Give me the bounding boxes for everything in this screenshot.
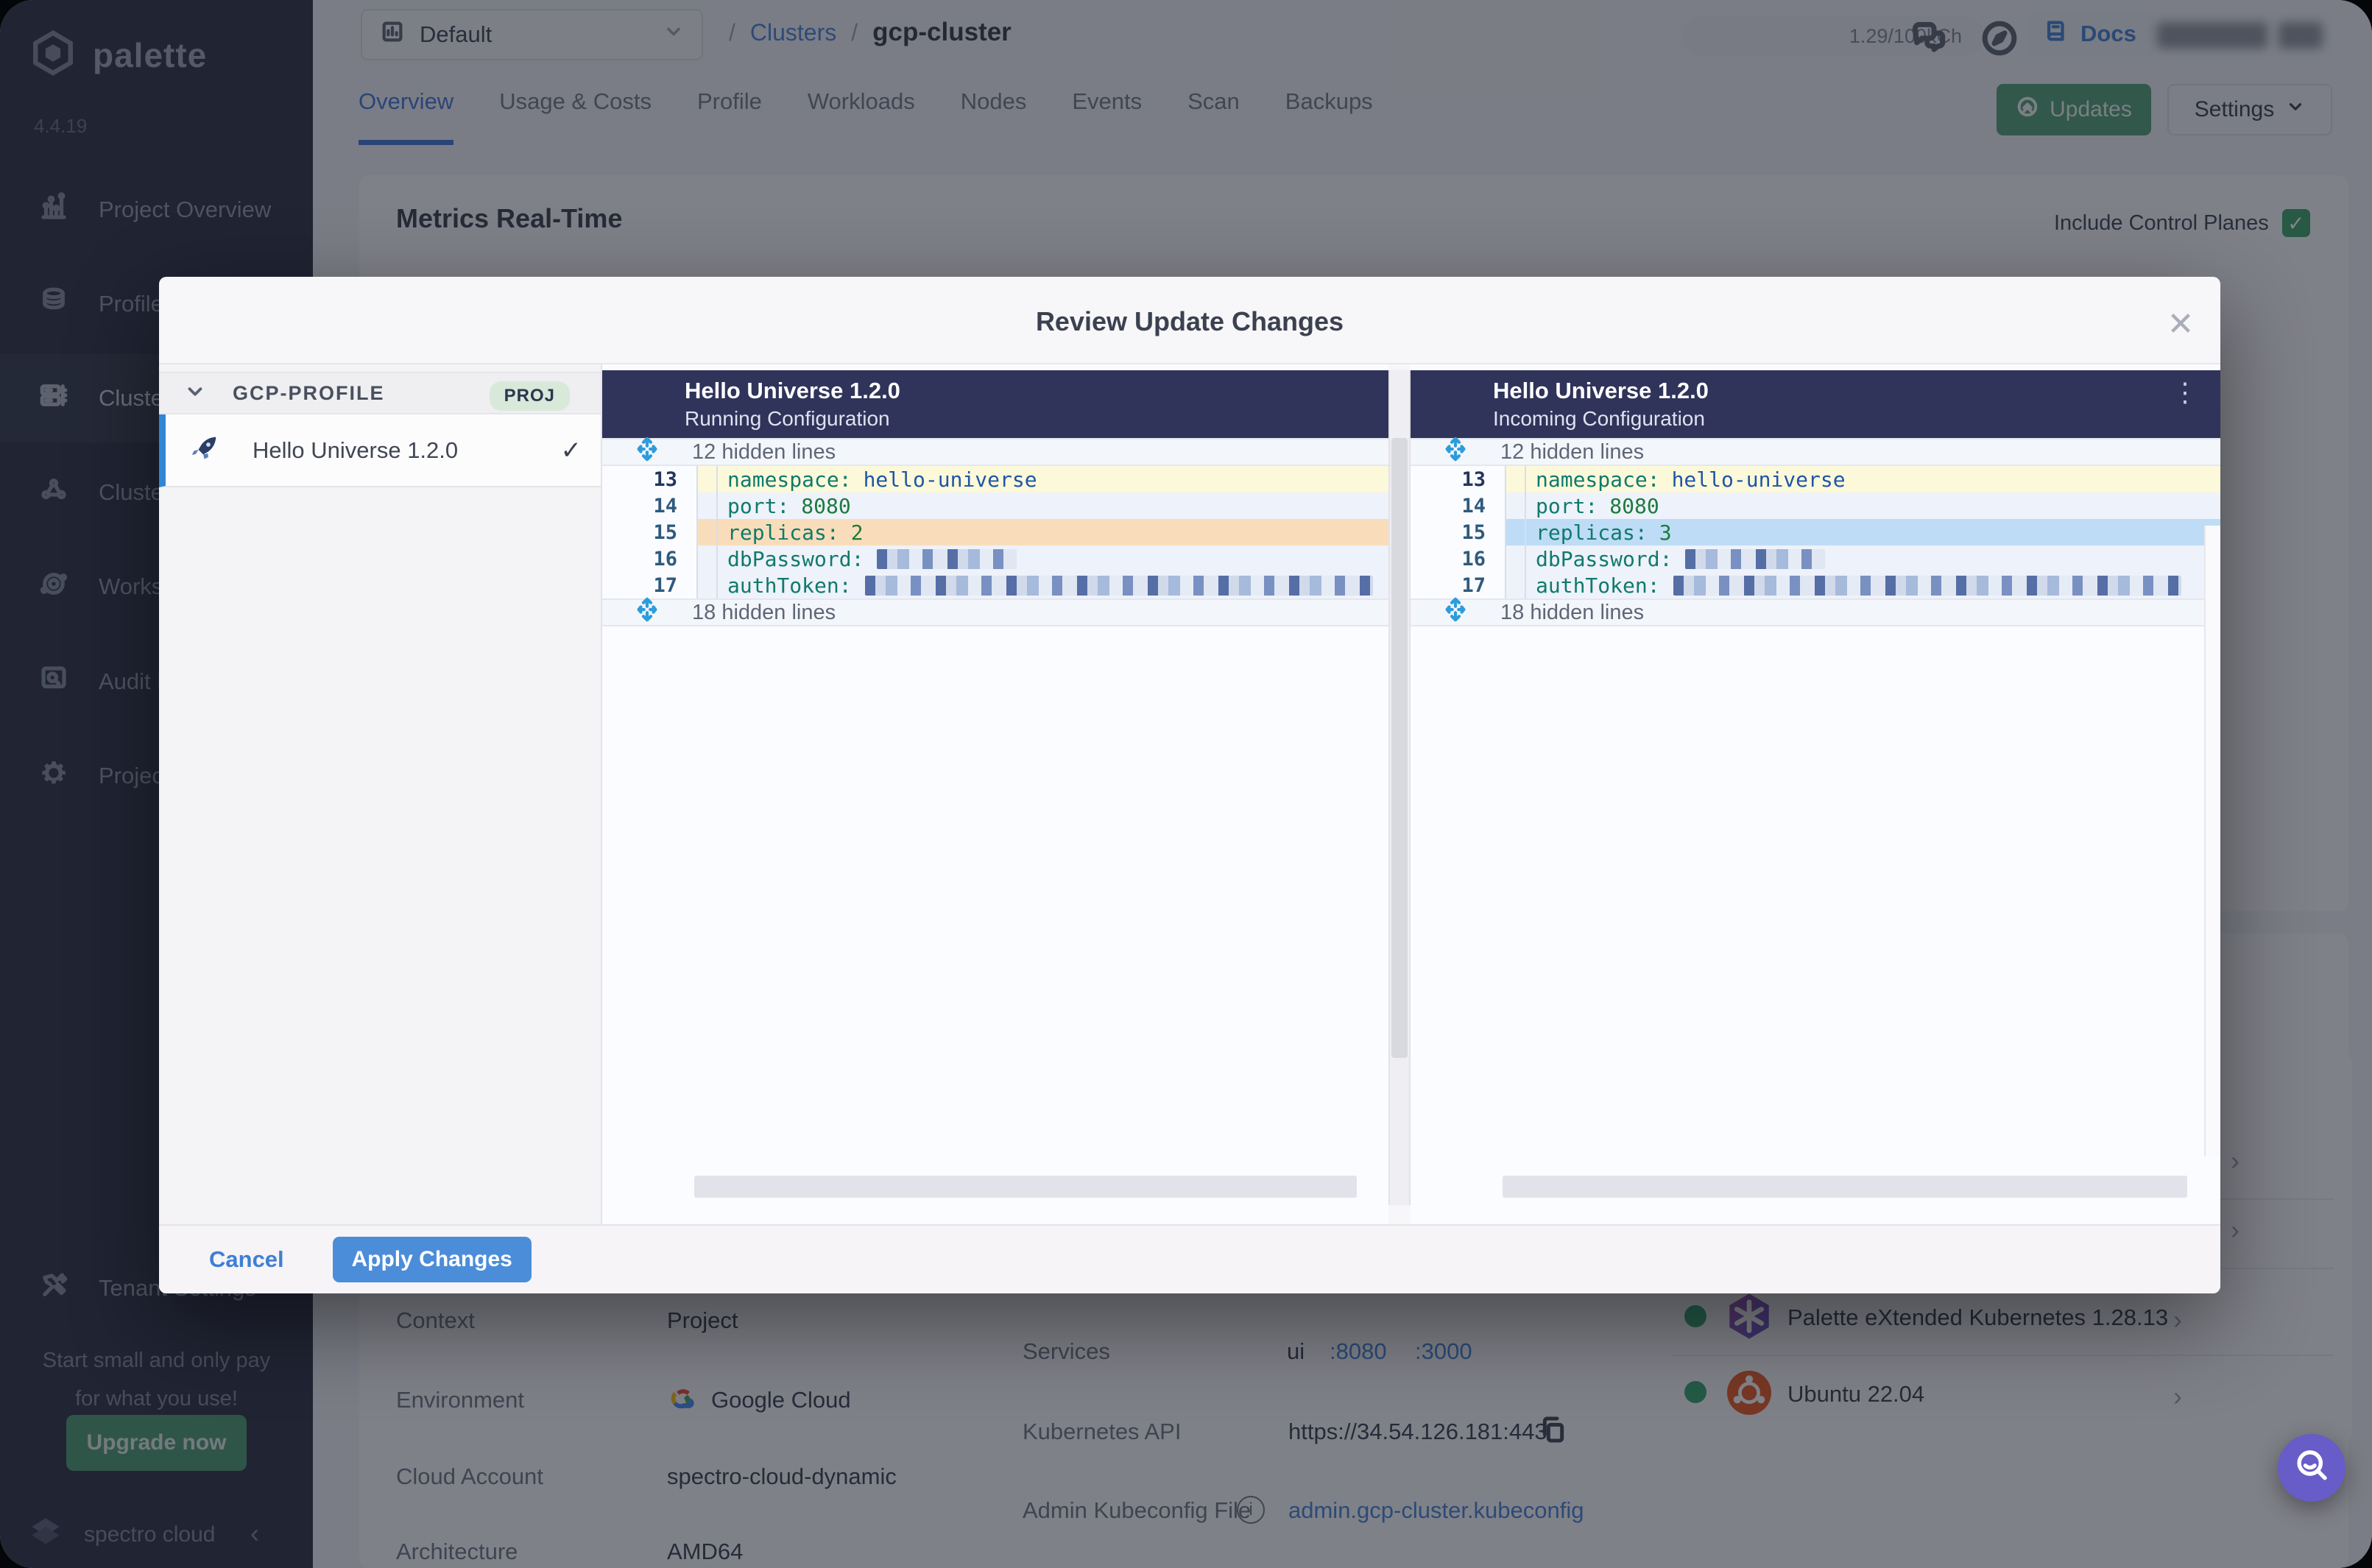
chevron-down-icon [184,381,206,406]
yaml-key: authToken: [1536,573,1660,598]
line-number: 17 [653,573,677,597]
hidden-lines-label: 12 hidden lines [1500,439,1645,464]
horizontal-scrollbar[interactable] [694,1176,1357,1198]
hidden-lines-label: 18 hidden lines [692,600,836,624]
profile-scope-badge: PROJ [489,381,570,411]
code-line: 16 dbPassword: [602,545,1388,572]
incoming-config-header: Hello Universe 1.2.0 Incoming Configurat… [1411,370,2220,438]
hidden-lines-row: 12 hidden lines [1411,437,2220,467]
code-line: 16 dbPassword: [1411,545,2220,572]
profile-name: GCP-PROFILE [233,381,385,404]
unfold-icon[interactable] [1443,597,1468,628]
yaml-value: hello-universe [1671,467,1846,492]
yaml-key: namespace: [727,467,852,492]
yaml-value: hello-universe [863,467,1037,492]
hidden-lines-row: 18 hidden lines [602,597,1388,628]
help-search-fab[interactable] [2278,1434,2345,1502]
redacted-value [877,548,1017,569]
code-line-changed: 15 replicas: 2 [602,519,1388,545]
yaml-key: replicas: [1536,520,1648,545]
yaml-key: authToken: [727,573,852,598]
horizontal-scrollbar[interactable] [1503,1176,2187,1198]
redacted-value [1685,548,1826,569]
modal-title: Review Update Changes [1035,306,1344,336]
pane-vertical-scrollbar[interactable] [2204,526,2220,1156]
yaml-key: port: [727,493,790,518]
line-number: 14 [653,494,677,518]
hidden-lines-label: 12 hidden lines [692,439,836,464]
line-number: 17 [1461,573,1486,597]
cancel-button[interactable]: Cancel [209,1246,284,1273]
line-number: 14 [1461,494,1486,518]
yaml-key: replicas: [727,520,839,545]
yaml-value: 2 [850,520,864,545]
running-config-header: Hello Universe 1.2.0 Running Configurati… [602,370,1388,438]
incoming-config-pane: Hello Universe 1.2.0 Incoming Configurat… [1411,364,2220,1224]
pack-item-label: Hello Universe 1.2.0 [253,437,459,463]
screen: palette 4.4.19 Project Overview Profiles… [0,0,2372,1568]
yaml-key: namespace: [1536,467,1660,492]
yaml-value: 8080 [1609,493,1659,518]
pane-title: Hello Universe 1.2.0 [1493,378,1709,403]
unfold-icon[interactable] [635,597,660,628]
scrollbar-thumb[interactable] [1391,438,1408,1058]
yaml-key: dbPassword: [1536,546,1673,571]
yaml-key: port: [1536,493,1598,518]
running-config-pane: Hello Universe 1.2.0 Running Configurati… [602,364,1388,1224]
kebab-menu-icon[interactable]: ⋮ [2172,379,2198,406]
code-line: 17 authToken: [1411,572,2220,598]
yaml-key: dbPassword: [727,546,864,571]
code-line: 13 namespace: hello-universe [602,466,1388,492]
app-window: palette 4.4.19 Project Overview Profiles… [0,0,2372,1568]
redacted-value [1673,575,2181,596]
profile-group-header[interactable]: GCP-PROFILE PROJ [159,372,601,414]
check-icon: ✓ [560,436,582,465]
code-line: 14 port: 8080 [1411,492,2220,519]
redacted-value [864,575,1373,596]
hidden-lines-row: 18 hidden lines [1411,597,2220,628]
line-number: 13 [653,467,677,491]
code-line: 14 port: 8080 [602,492,1388,519]
unfold-icon[interactable] [635,437,660,467]
hidden-lines-label: 18 hidden lines [1500,600,1645,624]
line-number: 16 [653,547,677,571]
line-number: 15 [1461,520,1486,544]
magnifier-smile-icon [2292,1447,2332,1490]
close-icon[interactable]: ✕ [2159,302,2203,346]
code-line: 13 namespace: hello-universe [1411,466,2220,492]
line-number: 13 [1461,467,1486,491]
pane-title: Hello Universe 1.2.0 [685,378,900,403]
line-number: 15 [653,520,677,544]
yaml-value: 8080 [801,493,851,518]
rocket-icon [188,431,222,469]
diff-vertical-scrollbar[interactable] [1388,370,1411,1205]
hidden-lines-row: 12 hidden lines [602,437,1388,467]
pane-subtitle: Incoming Configuration [1493,407,1705,430]
unfold-icon[interactable] [1443,437,1468,467]
line-number: 16 [1461,547,1486,571]
yaml-value: 3 [1659,520,1672,545]
modal-footer: Cancel Apply Changes [159,1224,2220,1293]
review-update-changes-modal: Review Update Changes ✕ GCP-PROFILE PROJ… [159,277,2220,1293]
apply-changes-button[interactable]: Apply Changes [332,1237,532,1282]
code-line-changed: 15 replicas: 3 [1411,519,2220,545]
pack-list-item-hello-universe[interactable]: Hello Universe 1.2.0 ✓ [159,414,601,487]
pane-subtitle: Running Configuration [685,407,890,430]
profile-panel: GCP-PROFILE PROJ Hello Universe 1.2.0 ✓ [159,364,602,1224]
code-line: 17 authToken: [602,572,1388,598]
